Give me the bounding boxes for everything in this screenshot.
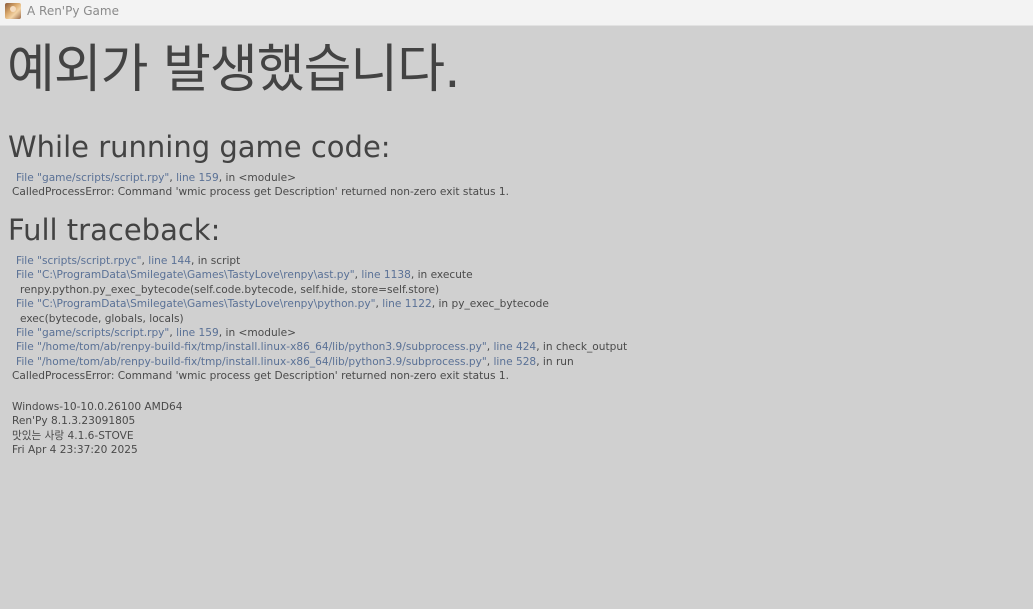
- traceback-frame: File "C:\ProgramData\Smilegate\Games\Tas…: [0, 297, 1033, 311]
- system-info-block: Windows-10-10.0.26100 AMD64 Ren'Py 8.1.3…: [0, 400, 1033, 458]
- frame-file-link[interactable]: File "game/scripts/script.rpy": [16, 327, 169, 339]
- frame-function: , in execute: [410, 269, 473, 282]
- frame-function: , in check_output: [536, 341, 628, 354]
- frame-source-line: exec(bytecode, globals, locals): [20, 312, 184, 325]
- frame-function: , in <module>: [218, 172, 296, 184]
- page-title: 예외가 발생했습니다.: [7, 40, 461, 100]
- frame-function: , in run: [536, 355, 574, 368]
- traceback-frame: File "/home/tom/ab/renpy-build-fix/tmp/i…: [0, 355, 1033, 369]
- traceback-frame: File "game/scripts/script.rpy", line 159…: [0, 326, 1033, 340]
- frame-function: , in <module>: [218, 326, 296, 339]
- frame-source-line: renpy.python.py_exec_bytecode(self.code.…: [20, 283, 440, 296]
- full-traceback-block: File "scripts/script.rpyc", line 144, in…: [0, 254, 1033, 384]
- frame-function: , in py_exec_bytecode: [431, 298, 549, 311]
- traceback-frame: File "/home/tom/ab/renpy-build-fix/tmp/i…: [0, 340, 1033, 354]
- frame-line-link[interactable]: line 424: [493, 341, 536, 353]
- frame-file-link[interactable]: File "scripts/script.rpyc": [16, 255, 142, 267]
- while-running-title: While running game code:: [8, 130, 391, 164]
- game-version: 맛있는 사랑 4.1.6-STOVE: [12, 429, 134, 442]
- while-running-block: File "game/scripts/script.rpy", line 159…: [0, 171, 1033, 200]
- window-title: A Ren'Py Game: [27, 4, 119, 18]
- frame-line-link[interactable]: line 144: [148, 255, 191, 267]
- frame-file-link[interactable]: File "game/scripts/script.rpy": [16, 172, 169, 184]
- frame-file-link[interactable]: File "C:\ProgramData\Smilegate\Games\Tas…: [16, 298, 376, 310]
- error-message: CalledProcessError: Command 'wmic proces…: [12, 186, 509, 199]
- exception-screen: 예외가 발생했습니다. While running game code: Fil…: [0, 26, 1033, 609]
- frame-file-link[interactable]: File "/home/tom/ab/renpy-build-fix/tmp/i…: [16, 341, 487, 353]
- window-titlebar[interactable]: A Ren'Py Game: [0, 0, 1033, 26]
- game-portrait-icon: [5, 3, 21, 19]
- frame-line-link[interactable]: line 528: [493, 356, 536, 368]
- traceback-frame: File "C:\ProgramData\Smilegate\Games\Tas…: [0, 268, 1033, 282]
- frame-line-link[interactable]: line 159: [176, 172, 219, 184]
- frame-line-link[interactable]: line 1138: [361, 269, 410, 281]
- error-message: CalledProcessError: Command 'wmic proces…: [12, 370, 509, 383]
- traceback-frame: File "game/scripts/script.rpy", line 159…: [0, 171, 1033, 185]
- timestamp: Fri Apr 4 23:37:20 2025: [12, 444, 138, 457]
- traceback-frame: File "scripts/script.rpyc", line 144, in…: [0, 254, 1033, 268]
- frame-file-link[interactable]: File "/home/tom/ab/renpy-build-fix/tmp/i…: [16, 356, 487, 368]
- os-info: Windows-10-10.0.26100 AMD64: [12, 401, 183, 413]
- frame-line-link[interactable]: line 159: [176, 327, 219, 339]
- renpy-version: Ren'Py 8.1.3.23091805: [12, 415, 136, 428]
- frame-file-link[interactable]: File "C:\ProgramData\Smilegate\Games\Tas…: [16, 269, 355, 281]
- full-traceback-title: Full traceback:: [8, 213, 221, 247]
- frame-line-link[interactable]: line 1122: [382, 298, 431, 310]
- frame-function: , in script: [190, 255, 241, 267]
